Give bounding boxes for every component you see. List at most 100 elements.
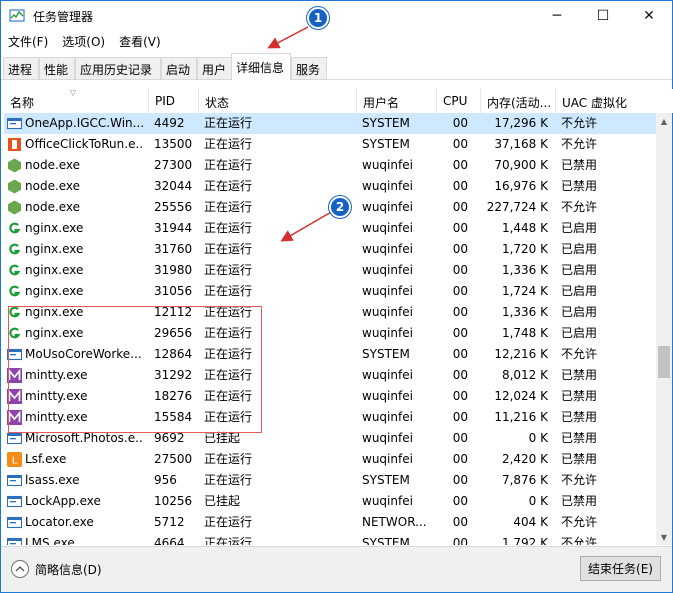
scroll-up-arrow-icon[interactable]: ▲ [656, 113, 672, 129]
process-memory: 70,900 K [494, 158, 548, 172]
table-row[interactable]: OfficeClickToRun.e... 13500 正在运行 SYSTEM 00 37… [4, 134, 656, 155]
table-row[interactable]: L Lsf.exe 27500 正在运行 wuqinfei 00 2,420 K 已禁用 [4, 449, 656, 470]
process-name: Lsf.exe [25, 452, 67, 466]
column-header-pid[interactable]: PID [149, 89, 199, 113]
process-username: wuqinfei [362, 242, 413, 256]
column-header-uac[interactable]: UAC 虚拟化 [556, 89, 656, 113]
menu-view[interactable]: 查看(V) [112, 31, 168, 51]
process-uac: 已启用 [561, 305, 598, 319]
process-cpu: 00 [452, 326, 468, 340]
process-memory: 227,724 K [486, 200, 548, 214]
process-status: 正在运行 [204, 473, 253, 487]
tab-users[interactable]: 用户 [197, 57, 233, 79]
column-header-name[interactable]: 名称 [4, 89, 149, 113]
column-header-name-label: 名称 [10, 96, 35, 110]
column-header-memory[interactable]: 内存(活动... [481, 89, 556, 113]
scroll-down-arrow-icon[interactable]: ▼ [656, 529, 672, 545]
vertical-scrollbar[interactable]: ▲ ▼ [656, 113, 672, 545]
sort-down-icon: ▽ [70, 89, 77, 97]
table-row[interactable]: Locator.exe 5712 正在运行 NETWOR... 00 404 K 不允许 [4, 512, 656, 533]
process-pid: 31980 [154, 263, 193, 277]
table-row[interactable]: nginx.exe 31056 正在运行 wuqinfei 00 1,724 K 已启用 [4, 281, 656, 302]
tab-startup[interactable]: 启动 [161, 57, 197, 79]
callout-badge-1: 1 [307, 7, 329, 29]
task-manager-icon [9, 9, 25, 22]
end-task-button[interactable]: 结束任务(E) [580, 556, 661, 581]
maximize-button[interactable]: ☐ [580, 1, 626, 31]
process-uac: 已禁用 [561, 494, 598, 508]
process-memory: 1,748 K [501, 326, 548, 340]
menu-options[interactable]: 选项(O) [55, 31, 112, 51]
process-cpu: 00 [452, 389, 468, 403]
process-pid: 31056 [154, 284, 193, 298]
process-uac: 已禁用 [561, 431, 598, 445]
table-row[interactable]: LockApp.exe 10256 已挂起 wuqinfei 00 0 K 已禁用 [4, 491, 656, 512]
less-details-link[interactable]: 简略信息(D) [35, 561, 102, 578]
table-row[interactable]: LMS.exe 4664 正在运行 SYSTEM 00 1,792 K 不允许 [4, 533, 656, 545]
process-status: 正在运行 [204, 179, 253, 193]
office-icon [8, 138, 21, 151]
process-cpu: 00 [452, 494, 468, 508]
process-cpu: 00 [452, 431, 468, 445]
process-cpu: 00 [452, 263, 468, 277]
tab-performance[interactable]: 性能 [39, 57, 75, 79]
nodejs-icon [8, 179, 21, 194]
process-pid: 10256 [154, 494, 193, 508]
column-header-cpu[interactable]: CPU [437, 89, 481, 113]
table-row[interactable]: OneApp.IGCC.Win... 4492 正在运行 SYSTEM 00 17,296… [4, 113, 656, 134]
tab-app-history[interactable]: 应用历史记录 [75, 57, 161, 79]
table-row[interactable]: nginx.exe 31944 正在运行 wuqinfei 00 1,448 K 已启用 [4, 218, 656, 239]
process-status: 正在运行 [204, 452, 253, 466]
collapse-chevron-icon[interactable] [11, 560, 29, 578]
process-uac: 不允许 [561, 137, 598, 151]
app-window-icon [7, 516, 22, 529]
scrollbar-thumb[interactable] [658, 346, 670, 378]
process-memory: 1,336 K [501, 263, 548, 277]
app-window-icon [7, 474, 22, 487]
process-uac: 已启用 [561, 284, 598, 298]
process-username: wuqinfei [362, 200, 413, 214]
table-row[interactable]: nginx.exe 31980 正在运行 wuqinfei 00 1,336 K 已启用 [4, 260, 656, 281]
table-row[interactable]: node.exe 27300 正在运行 wuqinfei 00 70,900 K 已禁用 [4, 155, 656, 176]
process-uac: 不允许 [561, 515, 598, 529]
process-name: LockApp.exe [25, 494, 101, 508]
process-username: wuqinfei [362, 305, 413, 319]
process-pid: 32044 [154, 179, 193, 193]
process-uac: 已禁用 [561, 368, 598, 382]
column-header-status[interactable]: 状态 [199, 89, 357, 113]
process-name: nginx.exe [25, 221, 84, 235]
nginx-highlight-box [8, 306, 262, 433]
process-username: wuqinfei [362, 326, 413, 340]
process-status: 正在运行 [204, 158, 253, 172]
table-row[interactable]: nginx.exe 31760 正在运行 wuqinfei 00 1,720 K 已启用 [4, 239, 656, 260]
tab-processes[interactable]: 进程 [3, 57, 39, 79]
process-status: 正在运行 [204, 263, 253, 277]
process-username: SYSTEM [362, 347, 410, 361]
process-cpu: 00 [452, 158, 468, 172]
process-name: Locator.exe [25, 515, 94, 529]
svg-text:L: L [12, 456, 18, 467]
close-button[interactable]: ✕ [626, 1, 672, 31]
table-row[interactable]: node.exe 32044 正在运行 wuqinfei 00 16,976 K 已禁用 [4, 176, 656, 197]
table-row[interactable]: lsass.exe 956 正在运行 SYSTEM 00 7,876 K 不允许 [4, 470, 656, 491]
process-cpu: 00 [452, 305, 468, 319]
menu-file[interactable]: 文件(F) [1, 31, 55, 51]
process-pid: 27500 [154, 452, 193, 466]
nginx-icon [7, 221, 22, 236]
tab-services[interactable]: 服务 [291, 57, 327, 79]
process-cpu: 00 [452, 473, 468, 487]
process-status: 正在运行 [204, 242, 253, 256]
process-cpu: 00 [452, 515, 468, 529]
process-memory: 1,448 K [501, 221, 548, 235]
process-name: nginx.exe [25, 284, 84, 298]
process-memory: 1,724 K [501, 284, 548, 298]
column-header-username[interactable]: 用户名 [357, 89, 437, 113]
process-uac: 已禁用 [561, 389, 598, 403]
process-uac: 已禁用 [561, 410, 598, 424]
process-uac: 已启用 [561, 263, 598, 277]
title-bar[interactable]: 任务管理器 ─ ☐ ✕ [1, 1, 672, 31]
lsf-icon: L [7, 452, 22, 467]
process-status: 正在运行 [204, 221, 253, 235]
minimize-button[interactable]: ─ [534, 1, 580, 31]
tab-details[interactable]: 详细信息 [231, 53, 291, 80]
